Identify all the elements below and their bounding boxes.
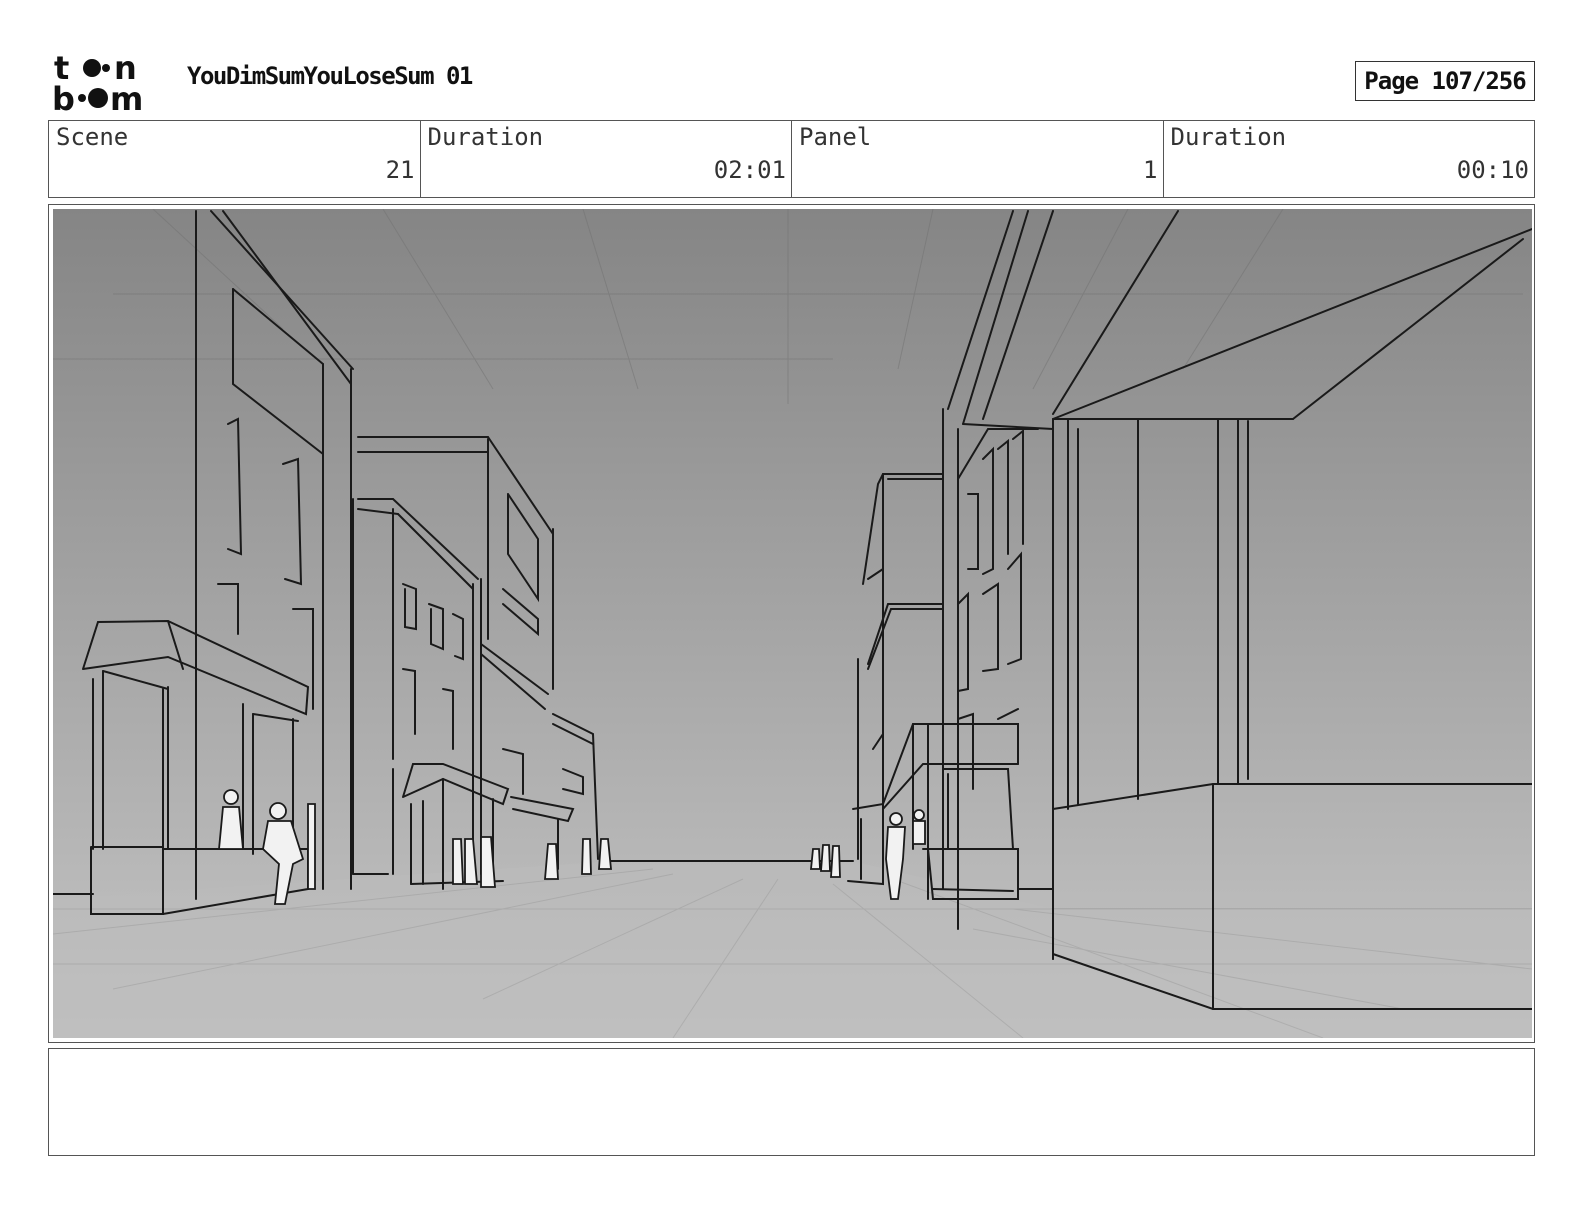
figure-group-1 [452, 836, 496, 888]
panel-value: 1 [1143, 156, 1158, 184]
panel-duration-label: Duration [1170, 123, 1287, 151]
figure-right-2 [912, 809, 926, 845]
scene-duration-label: Duration [427, 123, 544, 151]
scene-duration-value: 02:01 [713, 156, 786, 184]
panel-duration-cell: Duration 00:10 [1164, 121, 1535, 197]
panel-duration-value: 00:10 [1456, 156, 1529, 184]
figure-left-3 [307, 803, 316, 890]
scene-cell: Scene 21 [49, 121, 421, 197]
storyboard-panel[interactable] [48, 204, 1535, 1043]
panel-notes[interactable] [48, 1048, 1535, 1156]
scene-value: 21 [385, 156, 415, 184]
project-title: YouDimSumYouLoseSum 01 [187, 62, 473, 90]
toonboom-logo: t n b m [52, 52, 143, 112]
scene-duration-cell: Duration 02:01 [421, 121, 792, 197]
logo-letter-m: m [110, 80, 143, 112]
logo-letter-b: b [52, 80, 75, 112]
page-indicator: Page 107/256 [1355, 61, 1535, 101]
panel-cell: Panel 1 [792, 121, 1164, 197]
panel-label: Panel [799, 123, 872, 151]
panel-drawing [53, 209, 1532, 1038]
scene-label: Scene [56, 123, 129, 151]
panel-info-bar: Scene 21 Duration 02:01 Panel 1 Duration… [48, 120, 1535, 198]
